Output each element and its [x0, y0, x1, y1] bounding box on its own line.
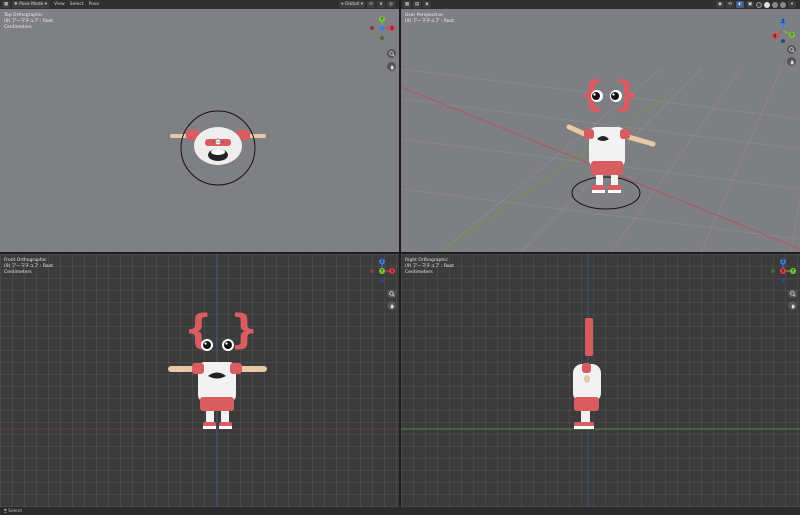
svg-text:Z: Z	[782, 19, 785, 24]
zoom-button[interactable]	[787, 45, 796, 54]
navigation-gizmo[interactable]: Z X Y	[770, 18, 796, 44]
hand-icon	[390, 303, 394, 308]
xray-icon[interactable]: ▣	[746, 1, 754, 8]
shading-solid-icon[interactable]	[764, 1, 770, 8]
gizmo-icon[interactable]: ⟲	[726, 1, 734, 8]
status-bar: 🖰 Select	[0, 507, 800, 515]
svg-text:X: X	[782, 269, 785, 274]
pan-button[interactable]	[387, 62, 396, 71]
mode-dropdown[interactable]: ✥ Pose Mode ▾	[12, 1, 50, 8]
hand-icon	[390, 64, 394, 69]
svg-text:Z: Z	[782, 259, 785, 264]
svg-text:Z: Z	[381, 259, 384, 264]
shading-rendered-icon[interactable]	[780, 1, 786, 8]
editor-type-icon[interactable]: ▦	[403, 1, 411, 8]
zoom-icon	[789, 290, 796, 297]
menu-select[interactable]: Select	[70, 2, 84, 7]
pan-button[interactable]	[387, 301, 396, 310]
navigation-gizmo[interactable]: Y X	[369, 15, 395, 41]
zoom-button[interactable]	[387, 49, 396, 58]
pan-button[interactable]	[787, 57, 796, 66]
scene-icon[interactable]: ◈	[423, 1, 431, 8]
viewport-top-ortho[interactable]: Top Orthographic (9) アーマチュア : Root Centi…	[0, 9, 399, 252]
navigation-gizmo[interactable]: Z Y X	[770, 258, 796, 284]
zoom-button[interactable]	[788, 289, 797, 298]
shading-options-icon[interactable]: ▾	[788, 1, 796, 8]
hand-icon	[790, 59, 794, 64]
viewport-header-right: ▦ ▤ ◈ ◉ ⟲ ◐ ▣ ▾	[401, 0, 800, 9]
orientation-dropdown[interactable]: ⌖ Global ▾	[338, 1, 365, 8]
svg-text:}: }	[230, 307, 258, 353]
svg-text:Y: Y	[380, 269, 384, 274]
svg-text:Y: Y	[380, 17, 384, 22]
viewport-front-ortho[interactable]: Front Orthographic (9) アーマチュア : Root Cen…	[0, 254, 399, 507]
snap-icon[interactable]: ⋔	[377, 1, 385, 8]
menu-pose[interactable]: Pose	[89, 2, 99, 7]
character-side-view	[401, 254, 800, 507]
svg-text:Y: Y	[791, 269, 795, 274]
blender-app: ▦ ✥ Pose Mode ▾ View Select Pose ⌖ Globa…	[0, 0, 800, 515]
navigation-gizmo[interactable]: Z X Y	[369, 258, 395, 284]
svg-text:X: X	[391, 26, 394, 31]
zoom-icon	[388, 290, 395, 297]
mouse-icon: 🖰	[4, 509, 7, 514]
perspective-scene: { }	[401, 68, 800, 252]
editor-type-icon[interactable]: ▦	[2, 1, 10, 8]
hand-icon	[791, 303, 795, 308]
viewport-user-perspective[interactable]: User Perspective (9) アーマチュア : Root} Z X…	[401, 9, 800, 252]
gizmo-z	[379, 25, 385, 31]
pan-button[interactable]	[788, 301, 797, 310]
svg-text:X: X	[391, 269, 394, 274]
pivot-icon[interactable]: ⊙	[367, 1, 375, 8]
status-text: Select	[8, 508, 23, 514]
character-top-view	[170, 110, 266, 186]
view-layer-icon[interactable]: ▤	[413, 1, 421, 8]
visibility-icon[interactable]: ◉	[716, 1, 724, 8]
zoom-button[interactable]	[387, 289, 396, 298]
mode-icon: ✥	[14, 2, 18, 7]
zoom-icon	[388, 50, 395, 57]
orientation-icon: ⌖	[340, 2, 344, 7]
svg-text:Y: Y	[790, 33, 794, 38]
shading-material-icon[interactable]	[772, 1, 778, 8]
menu-view[interactable]: View	[54, 2, 65, 7]
svg-text:X: X	[774, 34, 777, 39]
zoom-icon	[788, 46, 795, 53]
proportional-icon[interactable]: ◎	[387, 1, 395, 8]
viewport-header-left: ▦ ✥ Pose Mode ▾ View Select Pose ⌖ Globa…	[0, 0, 399, 9]
character-front-view: { }	[0, 254, 399, 507]
viewport-right-ortho[interactable]: Right Orthographic (9) アーマチュア : Root Cen…	[401, 254, 800, 507]
overlay-icon[interactable]: ◐	[736, 1, 744, 8]
shading-wireframe-icon[interactable]	[756, 1, 762, 8]
